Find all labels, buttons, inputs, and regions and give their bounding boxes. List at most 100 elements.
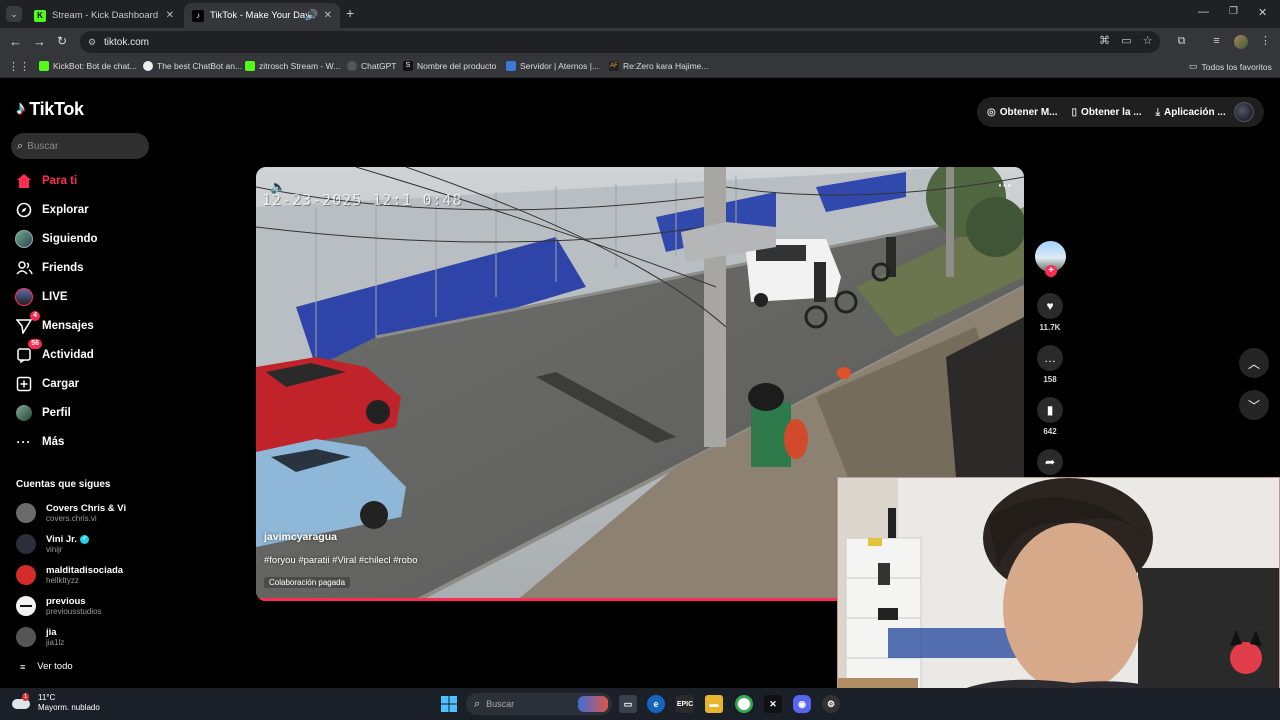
cast-icon[interactable]: ▭ (1120, 35, 1133, 48)
nav-label: LIVE (42, 291, 68, 303)
close-icon[interactable]: ✕ (324, 10, 332, 21)
get-app-button[interactable]: ▯ Obtener la ... (1072, 107, 1142, 118)
epic-games-icon[interactable]: EPIC (676, 695, 694, 713)
following-account[interactable]: Covers Chris & Vi covers.chris.vi (16, 500, 126, 526)
close-icon[interactable]: ✕ (166, 10, 174, 21)
notification-badge: 4 (30, 311, 40, 321)
video-more-options-icon[interactable]: ··· (998, 177, 1012, 193)
task-view-icon[interactable]: ▭ (619, 695, 637, 713)
chevron-up-icon: ︿ (1247, 356, 1260, 371)
back-arrow-icon[interactable]: ← (9, 34, 22, 49)
desktop-app-button[interactable]: ⤓ Aplicación ... (1156, 107, 1226, 118)
bookmark-zitrosch[interactable]: zitrosch Stream - W... (245, 61, 340, 71)
tiktok-logo[interactable]: ♪ TikTok (16, 98, 84, 120)
nav-para-ti[interactable]: Para ti (14, 170, 77, 192)
next-video-button[interactable]: ﹀ (1239, 390, 1269, 420)
chrome-profile-avatar[interactable] (1234, 35, 1248, 49)
chatgpt-icon (347, 61, 357, 71)
nav-label: Siguiendo (42, 233, 98, 245)
bookmark-label: ChatGPT (361, 61, 397, 71)
speaker-icon[interactable]: 🔊 (306, 10, 318, 21)
comment-button[interactable]: … 158 (1037, 345, 1063, 384)
video-author[interactable]: javimcyaragua (264, 531, 337, 543)
see-all-link[interactable]: ≡ Ver todo (20, 661, 73, 672)
phone-icon: ▯ (1071, 106, 1078, 118)
video-hashtags[interactable]: #foryou #paratii #Viral #chilecl #robo (264, 555, 418, 566)
restore-icon[interactable]: ❐ (1229, 6, 1238, 17)
nav-explorar[interactable]: Explorar (14, 199, 89, 221)
bookmark-rezero[interactable]: AF Re:Zero kara Hajime... (609, 61, 709, 71)
discord-icon[interactable]: ◉ (793, 695, 811, 713)
get-coins-button[interactable]: ◎ Obtener M... (987, 107, 1058, 118)
steam-icon[interactable]: ⚙ (822, 695, 840, 713)
nav-perfil[interactable]: Perfil (14, 402, 71, 424)
webcam-overlay (837, 477, 1280, 720)
nav-friends[interactable]: Friends (14, 257, 84, 279)
search-box[interactable]: ⌕ (11, 133, 149, 159)
window-close-icon[interactable]: ✕ (1258, 6, 1267, 19)
bookmark-aternos[interactable]: Servidor | Aternos |... (506, 61, 599, 71)
previous-video-button[interactable]: ︿ (1239, 348, 1269, 378)
file-explorer-icon[interactable]: ▬ (705, 695, 723, 713)
translate-icon[interactable]: ⌘ (1098, 35, 1111, 48)
forward-arrow-icon[interactable]: → (33, 34, 46, 49)
capcut-icon[interactable]: ✕ (764, 695, 782, 713)
edge-icon[interactable]: e (647, 695, 665, 713)
s-icon: S (403, 61, 413, 71)
bookmark-label: zitrosch Stream - W... (259, 61, 341, 71)
tiktok-note-icon: ♪ (16, 98, 26, 119)
list-icon: ≡ (20, 661, 26, 672)
tab-kick-dashboard[interactable]: K Stream - Kick Dashboard ✕ (26, 3, 182, 28)
extensions-icon[interactable]: ⧉ (1175, 35, 1188, 48)
nav-mensajes[interactable]: 4 Mensajes (14, 311, 94, 337)
bookmark-icon: ▮ (1037, 397, 1063, 423)
nav-actividad[interactable]: 56 Actividad (14, 339, 94, 366)
video-progress-bar[interactable] (256, 598, 840, 601)
chrome-icon[interactable] (735, 695, 753, 713)
save-button[interactable]: ▮ 642 (1037, 397, 1063, 436)
following-account[interactable]: Vini Jr. ✓ vinijr (16, 531, 89, 557)
media-control-icon[interactable]: ≡ (1210, 35, 1223, 48)
nav-siguiendo[interactable]: Siguiendo (14, 228, 98, 250)
weather-widget[interactable]: 1 11°C Mayorm. nublado (12, 693, 100, 713)
bookmark-producto[interactable]: S Nombre del producto (403, 61, 496, 71)
tab-search-chevron-icon[interactable]: ⌄ (6, 6, 22, 22)
account-name: malditadisociada (46, 565, 124, 576)
nav-cargar[interactable]: Cargar (14, 373, 79, 395)
new-tab-plus-icon[interactable]: + (346, 5, 354, 21)
windows-start-icon[interactable] (440, 695, 458, 713)
nav-mas[interactable]: ··· Más (14, 431, 65, 453)
tab-tiktok[interactable]: ♪ TikTok - Make Your Day 🔊 ✕ (184, 3, 340, 28)
header-action-label: Obtener M... (999, 106, 1058, 118)
activity-icon: 56 (14, 339, 42, 365)
nav-live[interactable]: LIVE (14, 286, 68, 308)
reload-icon[interactable]: ↻ (57, 34, 67, 48)
following-account[interactable]: previous previousstudios (16, 593, 102, 619)
webcam-frame-illustration (838, 478, 1279, 719)
following-account[interactable]: malditadisociada hellkttyzz (16, 562, 123, 588)
address-bar[interactable]: ⚙ tiktok.com (80, 31, 1160, 53)
bookmark-kickbot[interactable]: KickBot: Bot de chat... (39, 61, 137, 71)
following-account[interactable]: jia jia1lz (16, 624, 64, 650)
nav-label: Para ti (42, 175, 78, 187)
bookmark-star-icon[interactable]: ☆ (1141, 35, 1154, 48)
site-info-icon[interactable]: ⚙ (88, 37, 96, 48)
minimize-icon[interactable]: — (1198, 6, 1209, 18)
compass-icon (14, 200, 34, 220)
see-all-label: Ver todo (37, 661, 73, 672)
profile-icon (14, 403, 34, 423)
all-bookmarks-folder[interactable]: ▭ Todos los favoritos (1189, 61, 1272, 72)
account-name: jia (46, 627, 57, 638)
bookmark-chatbot[interactable]: The best ChatBot an... (143, 61, 242, 71)
follow-plus-icon[interactable]: + (1045, 265, 1057, 277)
user-avatar[interactable] (1234, 102, 1254, 122)
bookmark-chatgpt[interactable]: ChatGPT (347, 61, 396, 71)
like-button[interactable]: ♥ 11.7K (1037, 293, 1063, 332)
chrome-menu-icon[interactable]: ⋮ (1259, 35, 1272, 48)
apps-grid-icon[interactable]: ⋮⋮ (8, 60, 30, 73)
upload-icon (14, 374, 34, 394)
search-input[interactable] (27, 140, 138, 152)
taskbar-search[interactable]: ⌕ Buscar (466, 693, 612, 715)
share-button[interactable]: ➦ (1037, 449, 1063, 475)
more-icon: ··· (16, 435, 32, 449)
